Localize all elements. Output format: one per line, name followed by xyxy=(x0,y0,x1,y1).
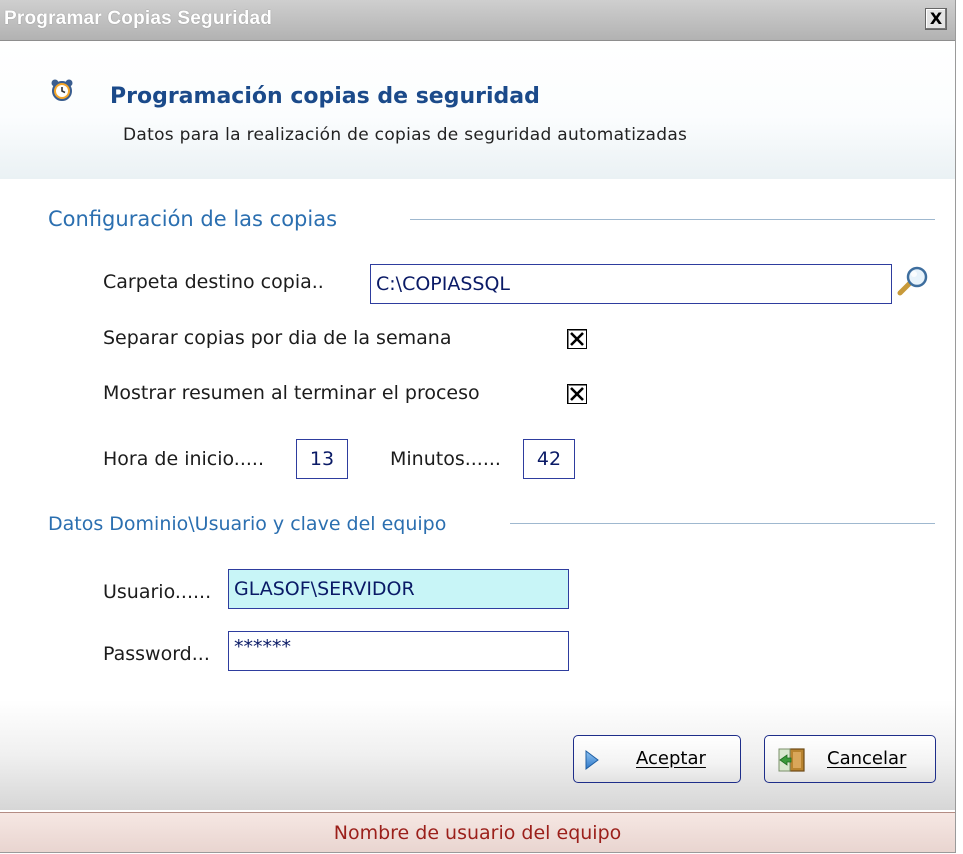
dest-folder-input[interactable]: C:\COPIASSQL xyxy=(370,264,892,304)
domain-section-title: Datos Dominio\Usuario y clave del equipo xyxy=(48,513,447,535)
user-input[interactable]: GLASOF\SERVIDOR xyxy=(228,569,569,609)
config-section-title: Configuración de las copias xyxy=(48,207,338,231)
backup-schedule-dialog: Programar Copias Seguridad X Programació… xyxy=(0,0,956,853)
accept-button[interactable]: Aceptar xyxy=(573,735,741,783)
show-summary-checkbox[interactable] xyxy=(567,384,587,404)
check-mark-icon xyxy=(570,387,584,401)
separate-by-day-label: Separar copias por dia de la semana xyxy=(103,327,452,349)
show-summary-label: Mostrar resumen al terminar el proceso xyxy=(103,382,480,404)
status-bar: Nombre de usuario del equipo xyxy=(0,812,955,852)
start-hour-label: Hora de inicio..... xyxy=(103,448,265,470)
status-text: Nombre de usuario del equipo xyxy=(333,822,622,844)
alarm-clock-icon xyxy=(51,79,73,101)
close-icon: X xyxy=(929,9,943,28)
minutes-input[interactable]: 42 xyxy=(523,439,575,479)
check-mark-icon xyxy=(570,332,584,346)
domain-section-divider xyxy=(510,523,935,524)
dest-folder-label: Carpeta destino copia.. xyxy=(103,271,324,293)
close-button[interactable]: X xyxy=(925,8,947,30)
dialog-header xyxy=(0,41,955,179)
header-title: Programación copias de seguridad xyxy=(110,84,540,109)
cancel-button[interactable]: Cancelar xyxy=(764,735,936,783)
title-bar[interactable]: Programar Copias Seguridad X xyxy=(0,0,955,41)
play-arrow-icon xyxy=(585,750,599,770)
separate-by-day-checkbox[interactable] xyxy=(567,329,587,349)
password-input[interactable]: ****** xyxy=(228,631,569,671)
window-title: Programar Copias Seguridad xyxy=(4,8,273,29)
start-hour-input[interactable]: 13 xyxy=(296,439,348,479)
minutes-label: Minutos...... xyxy=(390,448,501,470)
user-label: Usuario...... xyxy=(103,581,212,603)
header-subtitle: Datos para la realización de copias de s… xyxy=(123,125,688,145)
search-icon[interactable] xyxy=(893,264,933,300)
config-section-divider xyxy=(410,219,935,220)
cancel-button-label: Cancelar xyxy=(827,748,907,769)
accept-button-label: Aceptar xyxy=(636,748,706,769)
exit-door-icon xyxy=(778,748,805,772)
password-label: Password... xyxy=(103,643,210,665)
